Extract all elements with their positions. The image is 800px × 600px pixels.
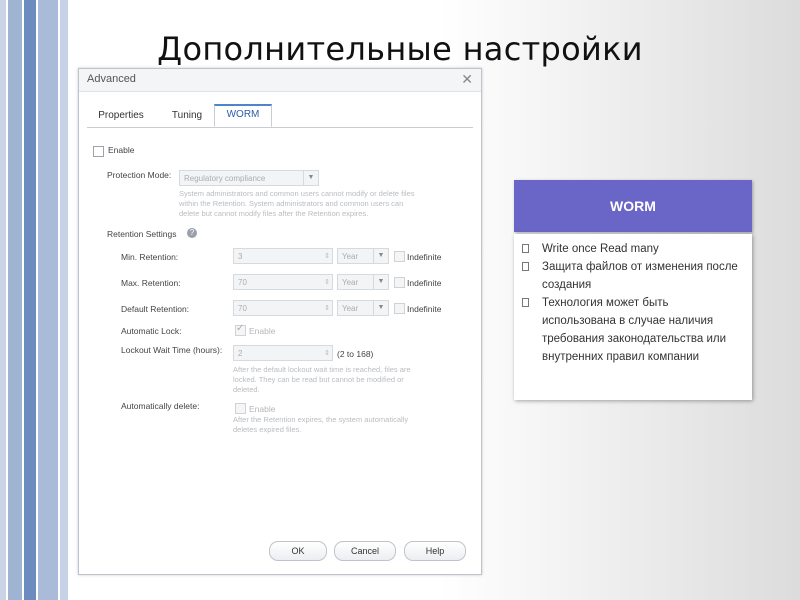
stripe xyxy=(60,0,68,600)
automatically-delete-checkbox[interactable] xyxy=(235,403,246,414)
protection-mode-hint: System administrators and common users c… xyxy=(179,189,415,218)
retention-settings-label: Retention Settings xyxy=(107,229,177,239)
checkmark-icon: ✓ xyxy=(236,323,245,334)
default-retention-input[interactable]: 70 ⇕ xyxy=(233,300,333,316)
lockout-wait-label: Lockout Wait Time (hours): xyxy=(121,345,223,355)
chevron-down-icon: ▼ xyxy=(373,275,388,289)
tab-tuning[interactable]: Tuning xyxy=(163,105,211,126)
cancel-button[interactable]: Cancel xyxy=(334,541,396,561)
advanced-dialog: Advanced ✕ Properties Tuning WORM Enable… xyxy=(78,68,482,575)
list-item: Write once Read many xyxy=(522,240,744,258)
spinner-icon: ⇕ xyxy=(324,279,330,286)
enable-label: Enable xyxy=(108,145,135,155)
worm-card-title: WORM xyxy=(514,180,752,232)
automatically-delete-label: Automatically delete: xyxy=(121,401,200,411)
automatically-delete-enable-label: Enable xyxy=(249,404,276,414)
max-retention-input[interactable]: 70 ⇕ xyxy=(233,274,333,290)
list-item: Защита файлов от изменения после создани… xyxy=(522,258,744,294)
tab-worm[interactable]: WORM xyxy=(214,104,272,127)
bullet-icon xyxy=(522,298,529,307)
protection-mode-value: Regulatory compliance xyxy=(184,174,266,183)
dialog-title: Advanced xyxy=(87,73,136,85)
min-retention-input[interactable]: 3 ⇕ xyxy=(233,248,333,264)
stripe xyxy=(8,0,22,600)
min-indefinite-checkbox[interactable] xyxy=(394,251,405,262)
min-retention-label: Min. Retention: xyxy=(121,252,179,262)
help-button[interactable]: Help xyxy=(404,541,466,561)
automatic-lock-checkbox[interactable]: ✓ xyxy=(235,323,246,336)
max-retention-unit-select[interactable]: Year ▼ xyxy=(337,274,389,290)
stripe xyxy=(24,0,36,600)
list-item: Технология может быть использована в слу… xyxy=(522,294,744,366)
default-retention-label: Default Retention: xyxy=(121,304,190,314)
spinner-icon: ⇕ xyxy=(324,305,330,312)
automatic-lock-enable-label: Enable xyxy=(249,326,276,336)
chevron-down-icon: ▼ xyxy=(303,171,318,185)
lockout-wait-input[interactable]: 2 ⇕ xyxy=(233,345,333,361)
automatically-delete-hint: After the Retention expires, the system … xyxy=(233,415,409,434)
max-indefinite-label: Indefinite xyxy=(407,278,442,288)
tab-bar: Properties Tuning WORM xyxy=(87,104,473,128)
worm-card-list: Write once Read many Защита файлов от из… xyxy=(514,234,752,366)
stripe xyxy=(38,0,58,600)
ok-button[interactable]: OK xyxy=(269,541,327,561)
spinner-icon: ⇕ xyxy=(324,350,330,357)
tab-properties[interactable]: Properties xyxy=(91,105,151,126)
worm-card-body: Write once Read many Защита файлов от из… xyxy=(514,234,752,400)
close-icon[interactable]: ✕ xyxy=(461,71,473,88)
default-indefinite-label: Indefinite xyxy=(407,304,442,314)
min-retention-unit-select[interactable]: Year ▼ xyxy=(337,248,389,264)
bullet-icon xyxy=(522,262,529,271)
min-indefinite-label: Indefinite xyxy=(407,252,442,262)
spinner-icon: ⇕ xyxy=(324,253,330,260)
bullet-icon xyxy=(522,244,529,253)
max-retention-label: Max. Retention: xyxy=(121,278,181,288)
chevron-down-icon: ▼ xyxy=(373,249,388,263)
default-retention-unit-select[interactable]: Year ▼ xyxy=(337,300,389,316)
automatic-lock-label: Automatic Lock: xyxy=(121,326,182,336)
decorative-stripes xyxy=(0,0,72,600)
lockout-wait-range: (2 to 168) xyxy=(337,349,374,359)
slide-title: Дополнительные настройки xyxy=(157,30,643,68)
protection-mode-label: Protection Mode: xyxy=(107,170,172,180)
max-indefinite-checkbox[interactable] xyxy=(394,277,405,288)
lockout-wait-hint: After the default lockout wait time is r… xyxy=(233,365,411,394)
chevron-down-icon: ▼ xyxy=(373,301,388,315)
stripe xyxy=(0,0,6,600)
dialog-titlebar: Advanced ✕ xyxy=(79,69,481,92)
protection-mode-select[interactable]: Regulatory compliance ▼ xyxy=(179,170,319,186)
enable-checkbox[interactable] xyxy=(93,146,104,157)
default-indefinite-checkbox[interactable] xyxy=(394,303,405,314)
question-icon[interactable]: ? xyxy=(187,228,197,238)
